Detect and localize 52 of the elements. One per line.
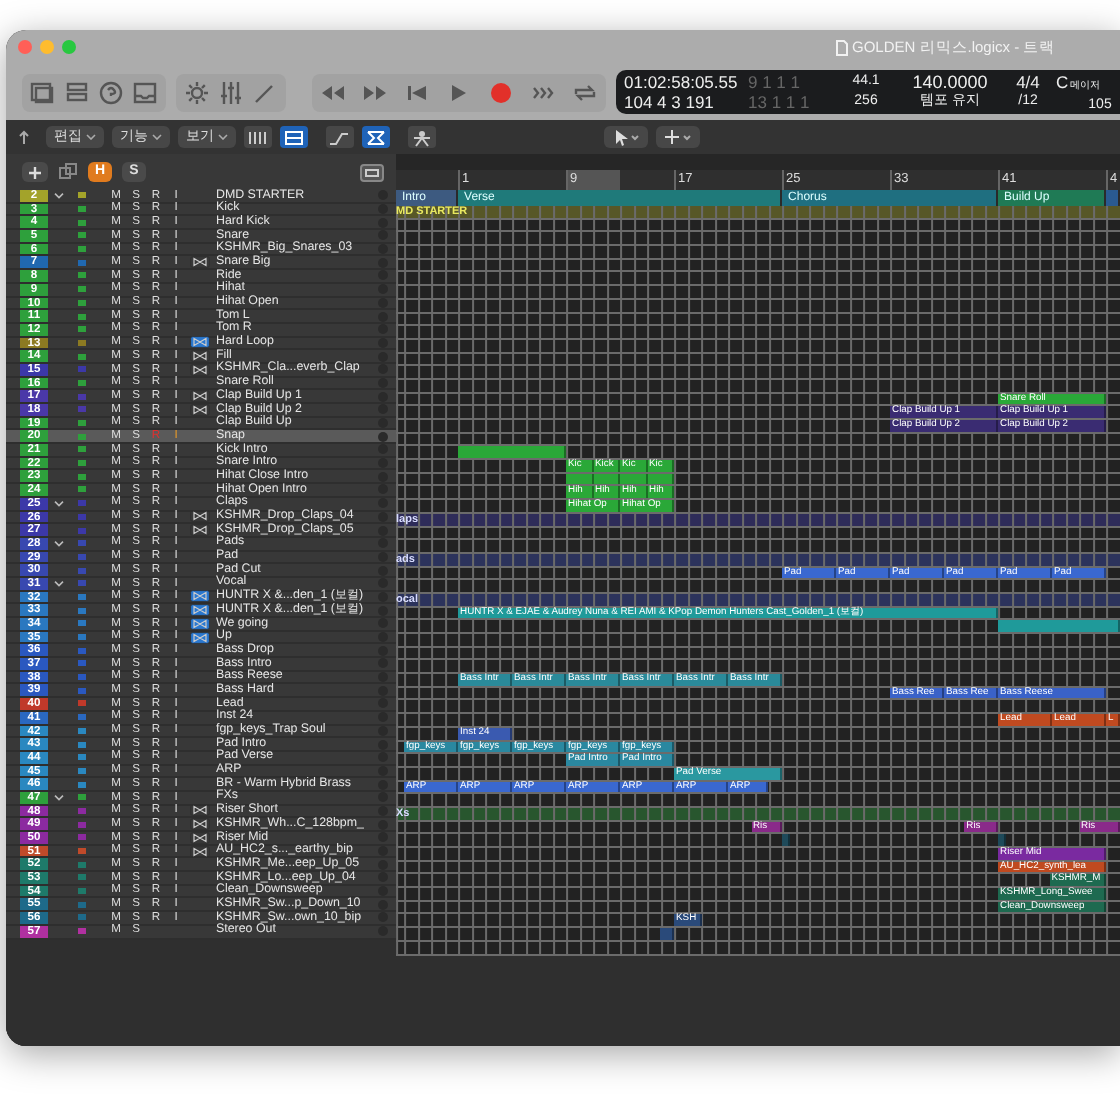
question-icon[interactable] xyxy=(98,79,124,105)
caret-icon xyxy=(152,134,162,140)
bowtie-icon[interactable] xyxy=(190,631,210,644)
disclosure-icon[interactable] xyxy=(53,579,63,588)
inbox-icon[interactable] xyxy=(132,79,158,105)
disclosure-icon[interactable] xyxy=(53,191,63,200)
list-icon[interactable] xyxy=(64,79,90,105)
bowtie-icon[interactable] xyxy=(190,818,210,831)
bowtie-icon[interactable] xyxy=(190,804,210,817)
position-display: 104 4 3 191 xyxy=(624,92,716,112)
view-button[interactable] xyxy=(362,126,390,148)
add-track-button[interactable] xyxy=(22,162,48,182)
key-display: C xyxy=(1056,72,1069,92)
bowtie-icon[interactable] xyxy=(190,845,210,858)
disclosure-icon[interactable] xyxy=(53,539,63,548)
caret-icon xyxy=(86,134,96,140)
cycle-button[interactable] xyxy=(572,79,598,105)
bowtie-icon[interactable] xyxy=(190,403,210,416)
bowtie-icon[interactable] xyxy=(190,524,210,537)
caret-icon xyxy=(218,134,228,140)
bowtie-icon[interactable] xyxy=(190,390,210,403)
display-icon[interactable] xyxy=(360,163,384,181)
pencil-icon[interactable] xyxy=(252,79,278,105)
view-button[interactable] xyxy=(326,126,354,148)
time-signature: 4/4 xyxy=(1014,72,1042,92)
bowtie-icon[interactable] xyxy=(190,590,210,603)
window-icon[interactable] xyxy=(30,79,56,105)
view-button[interactable] xyxy=(280,126,308,148)
bowtie-icon[interactable] xyxy=(190,350,210,363)
time-display: 01:02:58:05.55 xyxy=(624,72,740,92)
marker[interactable] xyxy=(1106,190,1118,206)
sun-icon[interactable] xyxy=(184,79,210,105)
bowtie-icon[interactable] xyxy=(190,617,210,630)
locator-display: 9 1 1 1 xyxy=(748,72,802,92)
disclosure-icon[interactable] xyxy=(53,793,63,802)
disclosure-icon[interactable] xyxy=(53,499,63,508)
bowtie-icon[interactable] xyxy=(190,831,210,844)
duplicate-icon[interactable] xyxy=(58,162,78,182)
bowtie-icon[interactable] xyxy=(190,363,210,376)
bowtie-icon[interactable] xyxy=(190,256,210,269)
sliders-icon[interactable] xyxy=(218,79,244,105)
locator-display: 13 1 1 1 xyxy=(748,92,812,112)
bowtie-icon[interactable] xyxy=(190,510,210,523)
pointer-tool-button[interactable] xyxy=(604,126,648,148)
bowtie-icon[interactable] xyxy=(190,604,210,617)
view-button[interactable] xyxy=(408,126,436,148)
view-button[interactable] xyxy=(244,126,272,148)
bowtie-icon[interactable] xyxy=(190,336,210,349)
document-icon xyxy=(836,39,848,56)
plus-tool-button[interactable] xyxy=(656,126,700,148)
tempo-display: 140.0000 xyxy=(910,72,990,92)
cycle-region[interactable] xyxy=(566,170,621,190)
